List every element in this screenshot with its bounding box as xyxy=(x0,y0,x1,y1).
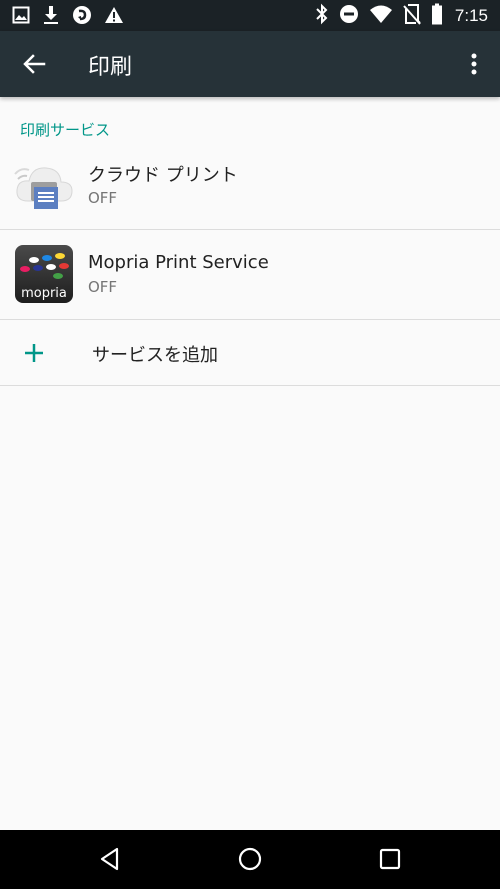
recents-square-icon xyxy=(375,848,405,878)
status-system: 7:15 xyxy=(315,3,488,29)
nav-home-button[interactable] xyxy=(235,844,265,874)
battery-icon xyxy=(431,3,443,29)
service-status: OFF xyxy=(88,189,118,207)
bluetooth-icon xyxy=(315,3,329,29)
back-triangle-icon xyxy=(95,847,125,878)
back-button[interactable] xyxy=(18,48,50,80)
service-status: OFF xyxy=(88,278,118,296)
sync-app-icon xyxy=(72,5,92,29)
app-bar: 印刷 xyxy=(0,31,500,97)
wifi-icon xyxy=(369,4,393,28)
status-bar: 7:15 xyxy=(0,0,500,31)
home-circle-icon xyxy=(235,847,265,878)
nav-back-button[interactable] xyxy=(95,844,125,874)
service-name: Mopria Print Service xyxy=(88,252,269,273)
arrow-back-icon xyxy=(18,54,50,84)
add-service-button[interactable]: サービスを追加 xyxy=(0,320,500,386)
page-title: 印刷 xyxy=(88,55,133,80)
warning-icon xyxy=(104,6,124,28)
svg-text:mopria: mopria xyxy=(21,286,67,301)
do-not-disturb-icon xyxy=(339,4,359,28)
navigation-bar xyxy=(0,830,500,889)
plus-icon xyxy=(22,341,46,365)
section-header: 印刷サービス xyxy=(20,121,111,139)
image-icon xyxy=(12,6,30,28)
nav-recents-button[interactable] xyxy=(375,844,405,874)
status-time: 7:15 xyxy=(454,6,488,25)
service-name: クラウド プリント xyxy=(88,165,238,186)
more-vert-icon xyxy=(462,53,486,84)
download-icon xyxy=(42,5,60,29)
add-service-label: サービスを追加 xyxy=(92,345,218,366)
cloud-print-icon xyxy=(14,157,74,217)
mopria-icon: mopria xyxy=(14,244,74,304)
overflow-menu-button[interactable] xyxy=(462,48,486,80)
service-item-mopria[interactable]: mopria Mopria Print Service OFF xyxy=(0,230,500,320)
no-sim-icon xyxy=(403,3,421,29)
status-notifications xyxy=(12,5,124,29)
service-item-cloud-print[interactable]: クラウド プリント OFF xyxy=(0,147,500,230)
